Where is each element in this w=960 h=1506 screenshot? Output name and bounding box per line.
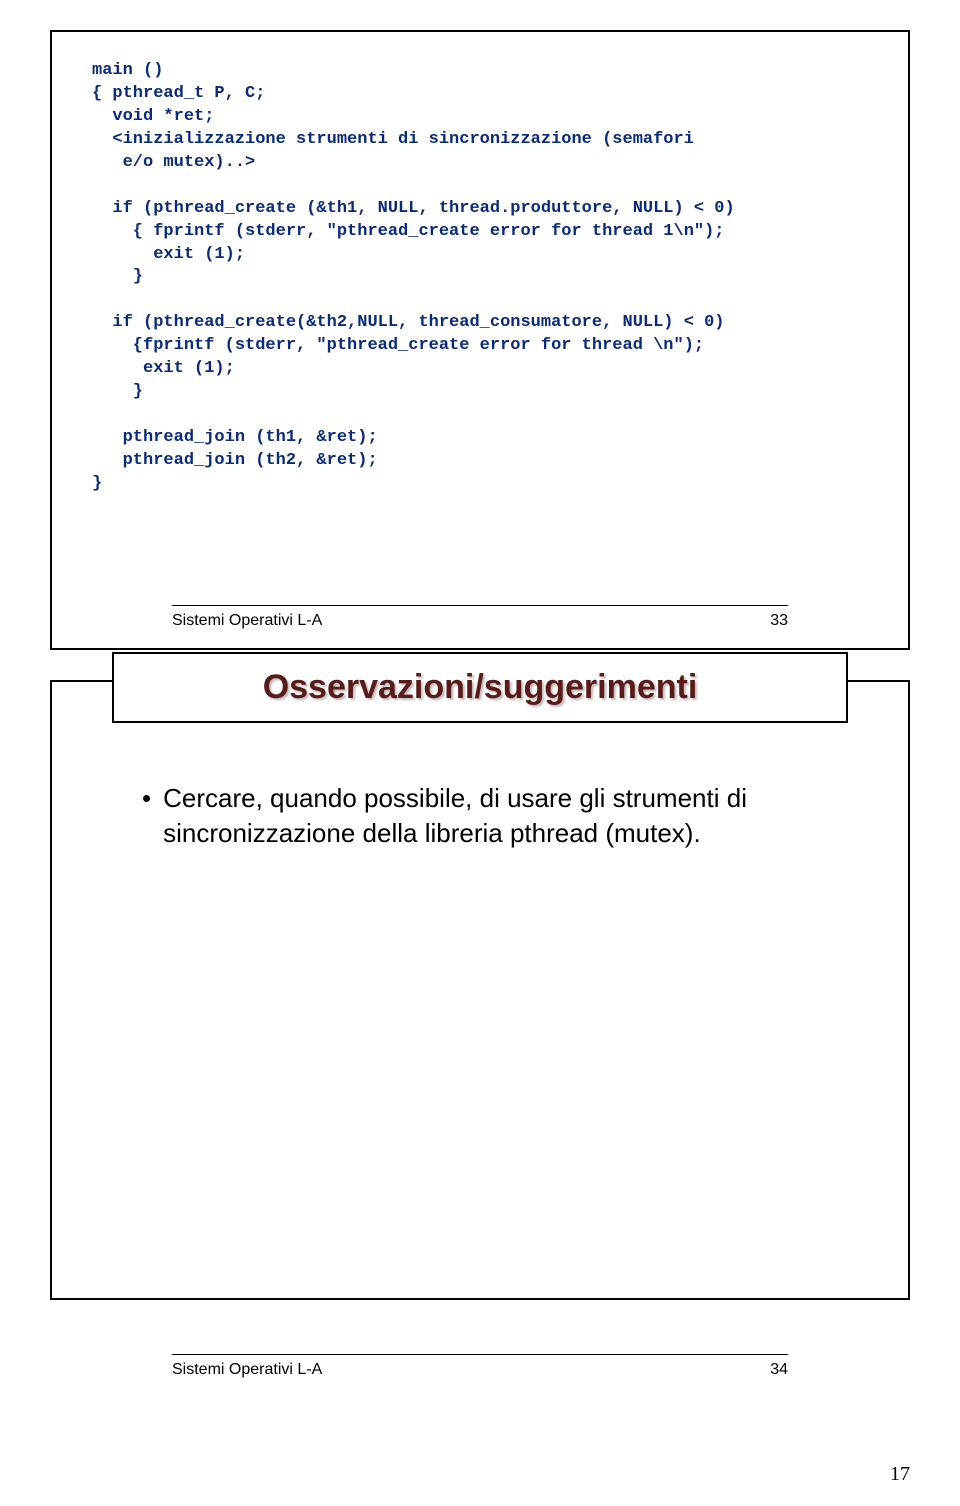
code-block: main () { pthread_t P, C; void *ret; <in… <box>92 60 868 496</box>
footer-label: Sistemi Operativi L-A <box>172 1361 322 1379</box>
slide-title: Osservazioni/suggerimenti <box>134 668 826 707</box>
bullet-block: • Cercare, quando possibile, di usare gl… <box>142 781 828 851</box>
document-page-number: 17 <box>890 1463 910 1486</box>
slide-2: Osservazioni/suggerimenti • Cercare, qua… <box>50 680 910 1300</box>
slide-2-content: • Cercare, quando possibile, di usare gl… <box>52 781 908 1397</box>
slide-1: main () { pthread_t P, C; void *ret; <in… <box>50 30 910 650</box>
footer-page-num: 34 <box>770 1361 788 1379</box>
slide-2-footer: Sistemi Operativi L-A 34 <box>172 1354 788 1379</box>
bullet-text: Cercare, quando possibile, di usare gli … <box>163 781 828 851</box>
bullet-item: • Cercare, quando possibile, di usare gl… <box>142 781 828 851</box>
bullet-dot-icon: • <box>142 781 151 816</box>
title-box: Osservazioni/suggerimenti <box>112 652 848 723</box>
footer-page-num: 33 <box>770 612 788 630</box>
slide-1-footer: Sistemi Operativi L-A 33 <box>172 605 788 630</box>
footer-label: Sistemi Operativi L-A <box>172 612 322 630</box>
slide-1-content: main () { pthread_t P, C; void *ret; <in… <box>52 32 908 648</box>
